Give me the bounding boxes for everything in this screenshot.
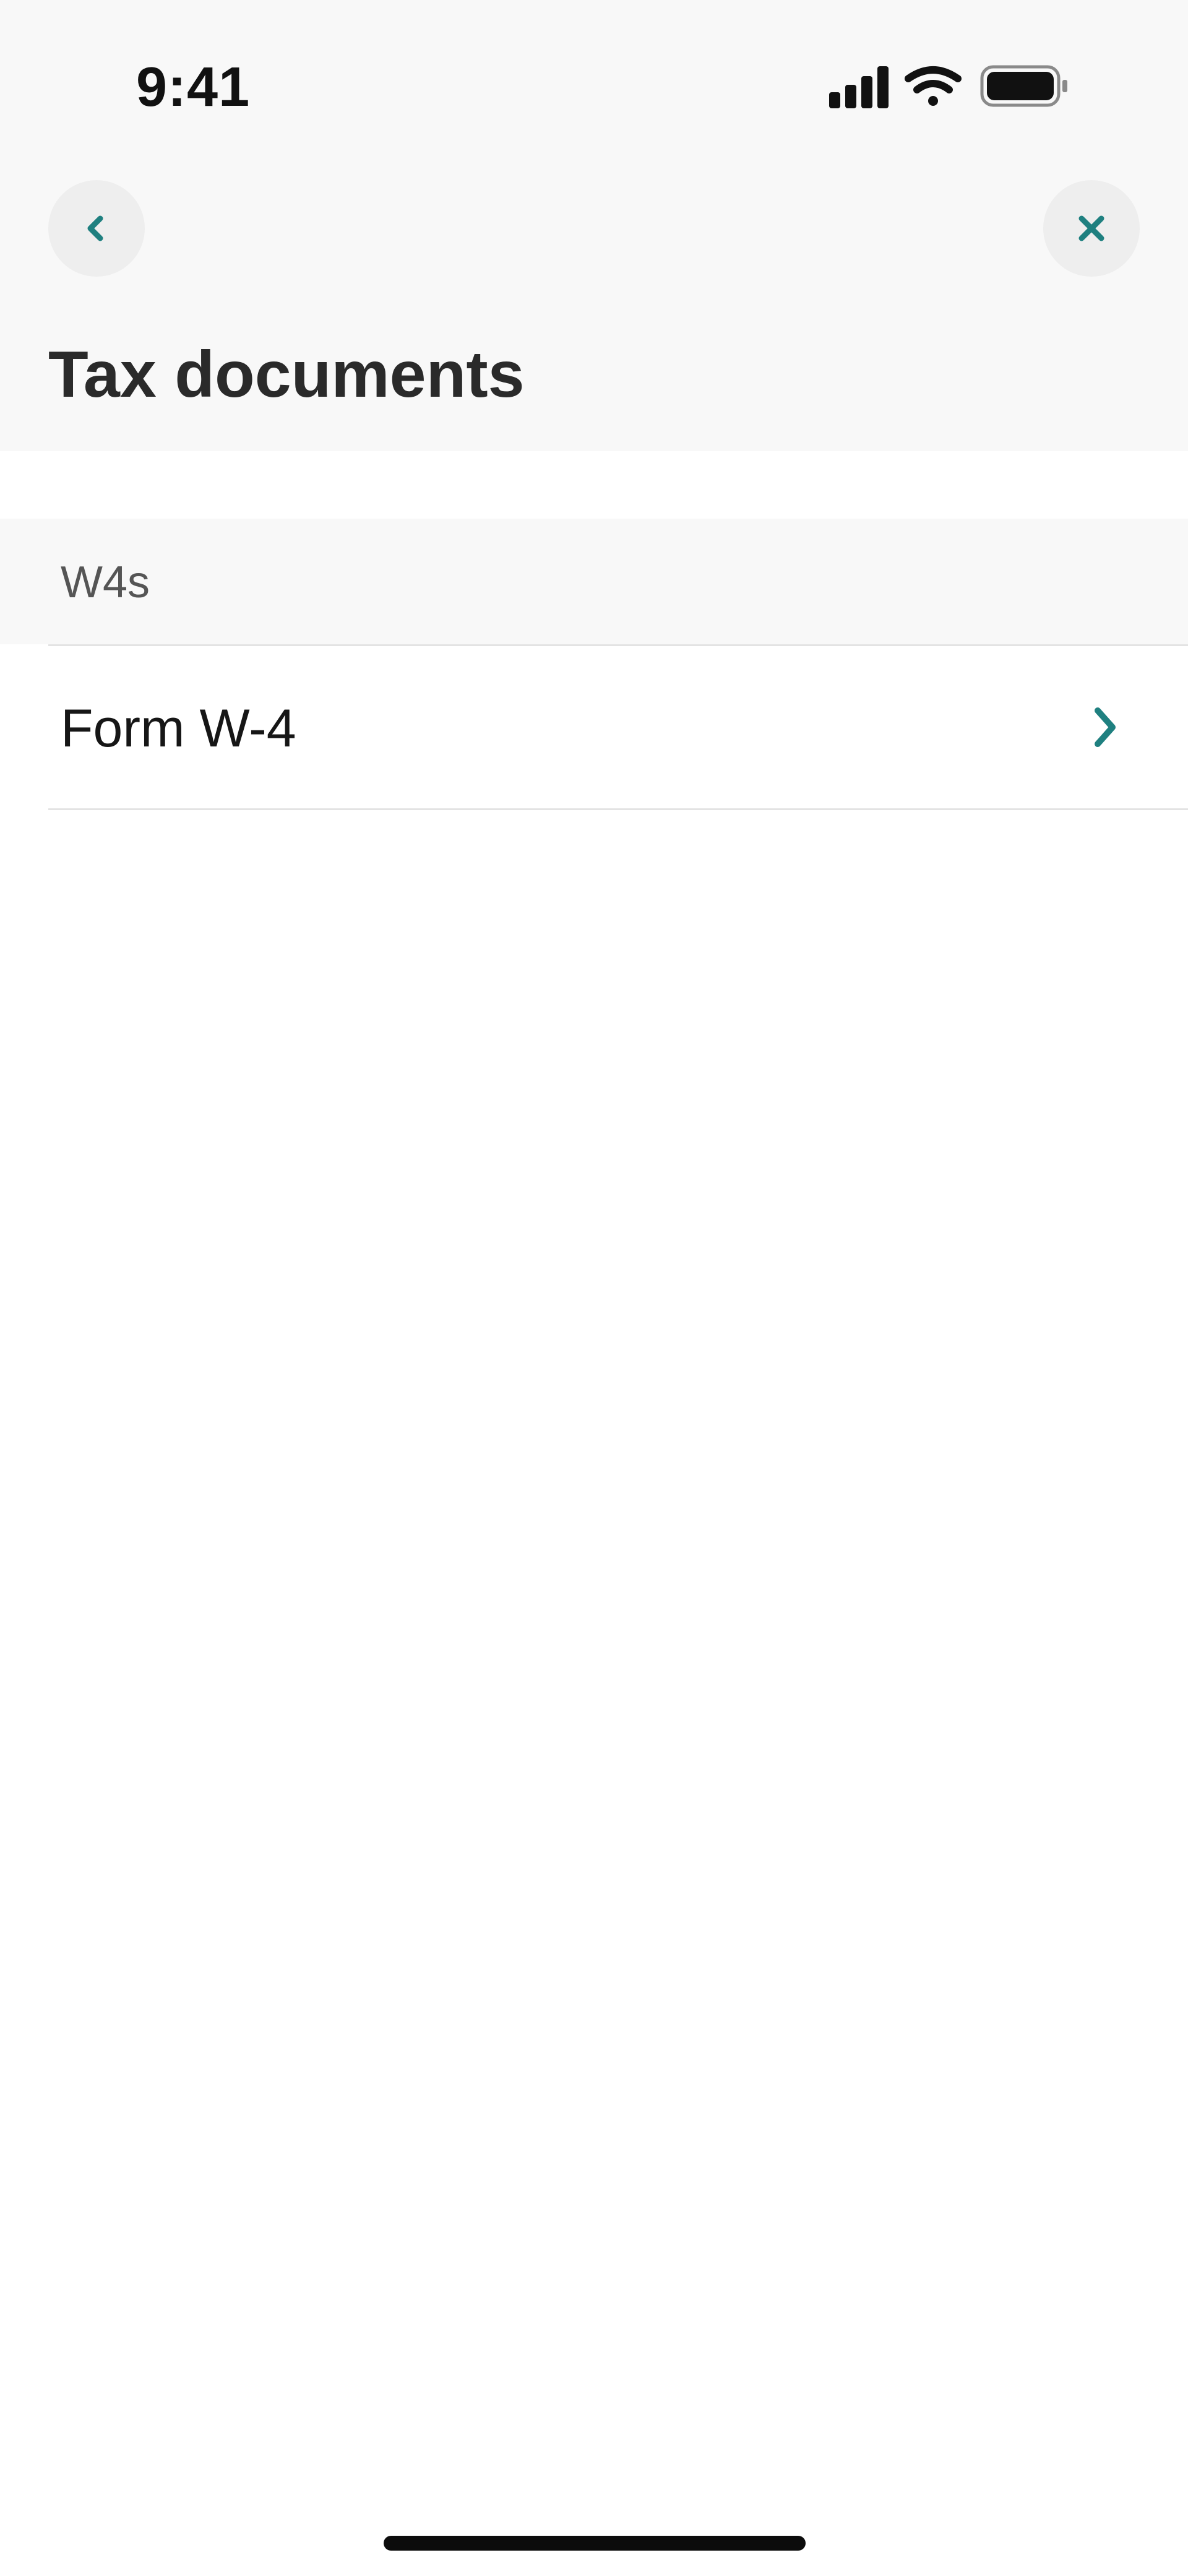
page-title: Tax documents: [48, 338, 525, 411]
wifi-icon: [905, 66, 962, 106]
section-label: W4s: [61, 558, 150, 607]
back-button[interactable]: [48, 180, 145, 277]
home-indicator[interactable]: [384, 2536, 806, 2551]
status-icons: [829, 65, 1089, 108]
status-icons-svg: [829, 65, 1067, 108]
screen: 9:41 Tax documents W4s Form W-4: [0, 0, 1188, 2576]
close-button[interactable]: [1043, 180, 1140, 277]
chevron-left-icon: [87, 215, 103, 241]
list-item-label: Form W-4: [61, 699, 296, 758]
battery-icon: [980, 65, 1067, 107]
status-bar: 9:41: [0, 0, 1188, 161]
list-item-form-w4[interactable]: Form W-4: [0, 646, 1188, 808]
chevron-right-icon: [1091, 706, 1119, 752]
status-time: 9:41: [136, 56, 251, 118]
close-icon: [1078, 215, 1104, 241]
section-header-w4s: W4s: [0, 519, 1188, 644]
header: 9:41 Tax documents: [0, 0, 1188, 451]
cellular-signal-icon: [829, 66, 889, 108]
chevron-right-svg: [1095, 707, 1116, 747]
divider: [48, 808, 1188, 810]
